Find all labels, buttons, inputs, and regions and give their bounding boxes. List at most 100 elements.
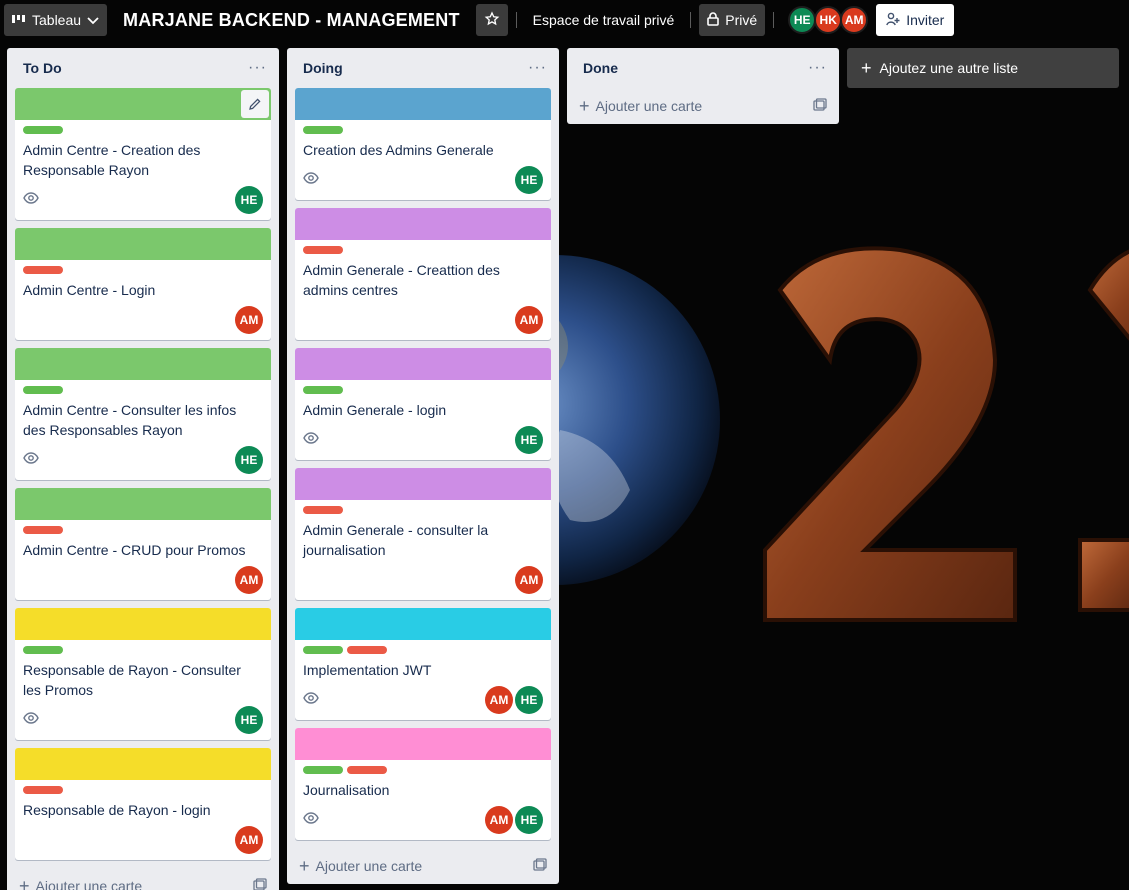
card-members: HE <box>515 166 543 194</box>
card-label[interactable] <box>23 126 63 134</box>
add-list-button[interactable]: + Ajoutez une autre liste <box>847 48 1119 88</box>
card-label[interactable] <box>23 266 63 274</box>
avatar[interactable]: HE <box>515 686 543 714</box>
list-menu-button[interactable]: ··· <box>804 59 831 77</box>
card-label[interactable] <box>347 646 387 654</box>
card-label[interactable] <box>23 786 63 794</box>
card[interactable]: Admin Centre - Login AM <box>15 228 271 340</box>
card-body: Admin Centre - Login AM <box>15 260 271 340</box>
view-switcher-button[interactable]: Tableau <box>4 4 108 36</box>
card-members: AM <box>515 306 543 334</box>
card-label[interactable] <box>303 386 343 394</box>
workspace-label: Espace de travail privé <box>532 12 675 28</box>
card-badges: HE <box>303 166 543 194</box>
card[interactable]: Admin Generale - consulter la journalisa… <box>295 468 551 600</box>
list-title[interactable]: Done <box>583 60 618 76</box>
card-cover <box>15 608 271 640</box>
card[interactable]: Admin Centre - CRUD pour Promos AM <box>15 488 271 600</box>
card[interactable]: Implementation JWT AM HE <box>295 608 551 720</box>
avatar[interactable]: HE <box>515 166 543 194</box>
avatar[interactable]: HE <box>235 186 263 214</box>
card-label[interactable] <box>23 386 63 394</box>
avatar[interactable]: AM <box>485 806 513 834</box>
avatar[interactable]: AM <box>485 686 513 714</box>
visibility-label: Privé <box>725 12 758 28</box>
card[interactable]: Admin Generale - login HE <box>295 348 551 460</box>
add-card-button[interactable]: + Ajouter une carte <box>19 877 142 890</box>
card-title: Admin Centre - CRUD pour Promos <box>23 542 246 558</box>
card-title: Admin Centre - Login <box>23 282 156 298</box>
card-labels <box>23 386 263 394</box>
card[interactable]: Creation des Admins Generale HE <box>295 88 551 200</box>
avatar[interactable]: AM <box>840 6 869 34</box>
avatar[interactable]: HE <box>235 446 263 474</box>
plus-icon: + <box>861 58 872 78</box>
list-title[interactable]: Doing <box>303 60 343 76</box>
avatar[interactable]: HE <box>515 806 543 834</box>
visibility-button[interactable]: Privé <box>699 4 766 36</box>
avatar[interactable]: AM <box>235 306 263 334</box>
card-label[interactable] <box>23 646 63 654</box>
card-title: Responsable de Rayon - Consulter les Pro… <box>23 662 241 698</box>
card-members: HE <box>515 426 543 454</box>
card-label[interactable] <box>303 246 343 254</box>
add-card-row: + Ajouter une carte <box>7 868 279 890</box>
view-switcher-label: Tableau <box>32 12 82 28</box>
list-menu-button[interactable]: ··· <box>524 59 551 77</box>
header-divider <box>773 12 775 28</box>
card-title: Journalisation <box>303 782 390 798</box>
eye-icon <box>303 430 319 451</box>
list-header: Done ··· <box>567 48 839 88</box>
card-label[interactable] <box>303 766 343 774</box>
board-title[interactable]: MARJANE BACKEND - MANAGEMENT <box>107 10 476 31</box>
card-title: Responsable de Rayon - login <box>23 802 211 818</box>
add-card-button[interactable]: + Ajouter une carte <box>299 857 422 875</box>
card[interactable]: Admin Centre - Consulter les infos des R… <box>15 348 271 480</box>
card-body: Admin Centre - CRUD pour Promos AM <box>15 520 271 600</box>
card-members: AM <box>515 566 543 594</box>
list-menu-button[interactable]: ··· <box>244 59 271 77</box>
card[interactable]: Responsable de Rayon - Consulter les Pro… <box>15 608 271 740</box>
card-label[interactable] <box>303 646 343 654</box>
add-card-button[interactable]: + Ajouter une carte <box>579 97 702 115</box>
avatar[interactable]: AM <box>515 566 543 594</box>
avatar[interactable]: HE <box>515 426 543 454</box>
card-badges: AM <box>23 566 263 594</box>
list-title[interactable]: To Do <box>23 60 62 76</box>
card-label[interactable] <box>303 126 343 134</box>
card-cover <box>295 728 551 760</box>
avatar[interactable]: HK <box>814 6 843 34</box>
avatar[interactable]: AM <box>235 566 263 594</box>
card[interactable]: Journalisation AM HE <box>295 728 551 840</box>
workspace-button[interactable]: Espace de travail privé <box>525 4 683 36</box>
card-body: Admin Generale - Creattion des admins ce… <box>295 240 551 340</box>
card-cover <box>15 488 271 520</box>
card-labels <box>23 526 263 534</box>
card-template-icon[interactable] <box>813 97 827 115</box>
card-label[interactable] <box>303 506 343 514</box>
card[interactable]: Admin Generale - Creattion des admins ce… <box>295 208 551 340</box>
card-template-icon[interactable] <box>253 877 267 890</box>
eye-icon <box>303 170 319 191</box>
card-label[interactable] <box>23 526 63 534</box>
card-labels <box>303 646 543 654</box>
avatar[interactable]: AM <box>515 306 543 334</box>
avatar[interactable]: AM <box>235 826 263 854</box>
star-icon <box>484 10 500 30</box>
avatar[interactable]: HE <box>235 706 263 734</box>
card-cover <box>15 228 271 260</box>
avatar[interactable]: HE <box>788 6 817 34</box>
card-title: Creation des Admins Generale <box>303 142 494 158</box>
card-title: Admin Generale - Creattion des admins ce… <box>303 262 500 298</box>
invite-button[interactable]: Inviter <box>876 4 955 36</box>
star-button[interactable] <box>475 4 508 36</box>
add-card-row: + Ajouter une carte <box>567 88 839 124</box>
card-template-icon[interactable] <box>533 857 547 875</box>
pencil-icon[interactable] <box>241 90 269 118</box>
card[interactable]: Responsable de Rayon - login AM <box>15 748 271 860</box>
card-cover <box>15 748 271 780</box>
card-members: AM <box>235 306 263 334</box>
card-label[interactable] <box>347 766 387 774</box>
card[interactable]: Admin Centre - Creation des Responsable … <box>15 88 271 220</box>
card-title: Admin Centre - Consulter les infos des R… <box>23 402 237 438</box>
